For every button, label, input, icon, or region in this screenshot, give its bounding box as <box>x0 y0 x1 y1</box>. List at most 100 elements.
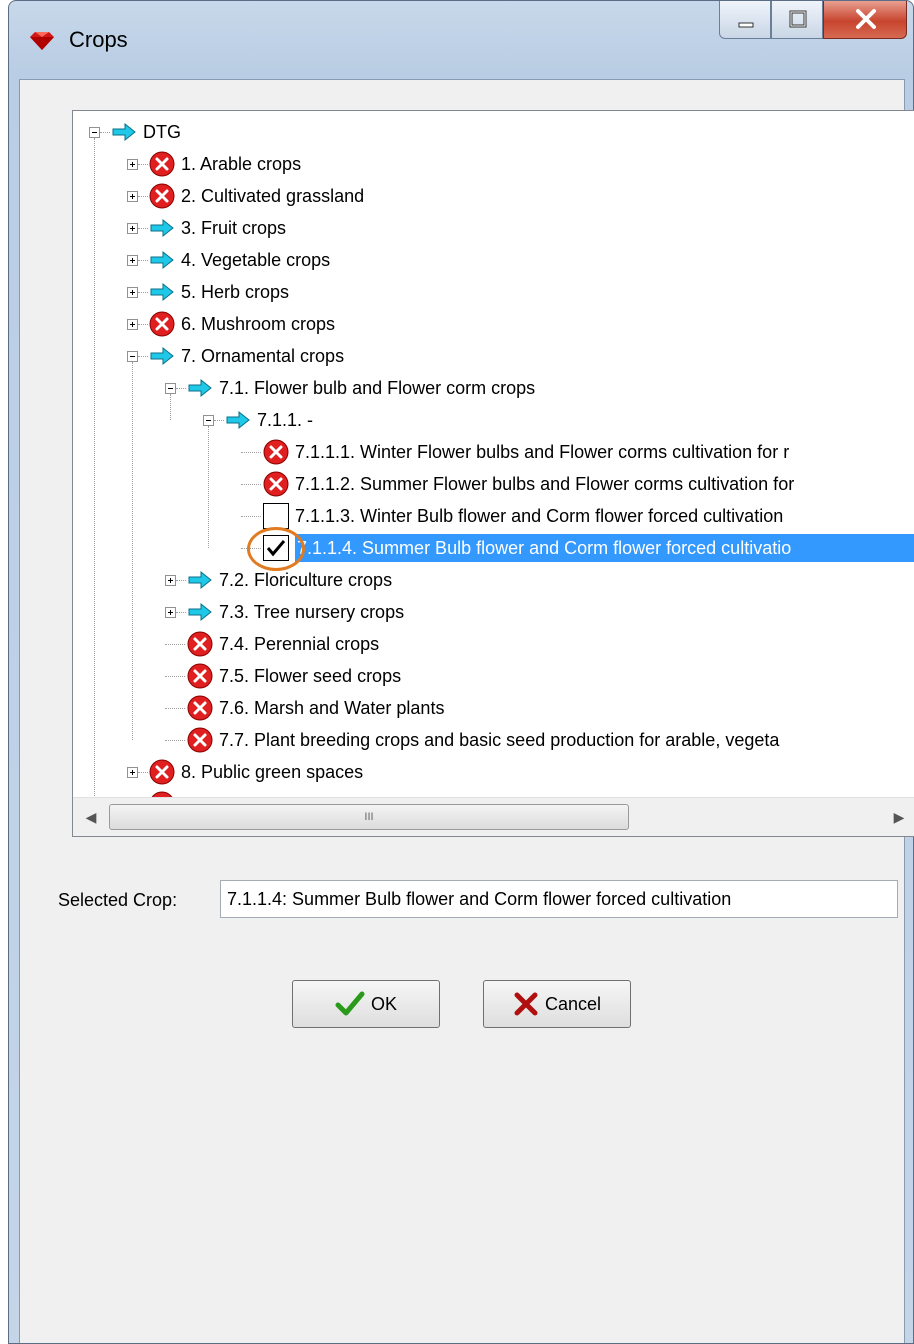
expand-plus-icon[interactable] <box>127 159 138 170</box>
tree-connector-line <box>138 356 148 357</box>
tree-connector-line <box>176 612 186 613</box>
maximize-button[interactable] <box>771 1 823 39</box>
highlight-circle <box>247 527 305 571</box>
tree-item-label[interactable]: 7.6. Marsh and Water plants <box>219 694 444 722</box>
tree-item-label[interactable]: DTG <box>143 118 181 146</box>
tree-connector-line <box>138 196 148 197</box>
expand-plus-icon[interactable] <box>127 287 138 298</box>
tree-connector-line <box>100 132 110 133</box>
arrow-right-icon <box>188 570 212 590</box>
minimize-button[interactable] <box>719 1 771 39</box>
tree-guide-line <box>208 426 209 548</box>
tree-item-label[interactable]: 6. Mushroom crops <box>181 310 335 338</box>
collapse-minus-icon[interactable] <box>203 415 214 426</box>
ok-button[interactable]: OK <box>292 980 440 1028</box>
tree-item-label[interactable]: 7.1.1.3. Winter Bulb flower and Corm flo… <box>295 502 783 530</box>
desktop-edge <box>0 0 8 1344</box>
expand-plus-icon[interactable] <box>165 575 176 586</box>
expand-plus-icon[interactable] <box>127 255 138 266</box>
expand-plus-icon[interactable] <box>127 767 138 778</box>
red-x-icon <box>187 663 213 689</box>
tree-item-label[interactable]: 7.7. Plant breeding crops and basic seed… <box>219 726 779 754</box>
cancel-x-icon <box>514 992 538 1016</box>
tree-connector-line <box>165 644 185 645</box>
tree-guide-line <box>132 362 133 740</box>
red-x-icon <box>149 759 175 785</box>
crop-tree-view[interactable]: DTG 1. Arable crops 2. Cultivated grasslan… <box>72 110 914 837</box>
tree-item-label[interactable]: 4. Vegetable crops <box>181 246 330 274</box>
tree-item-label[interactable]: 7.2. Floriculture crops <box>219 566 392 594</box>
tree-item-label[interactable]: 1. Arable crops <box>181 150 301 178</box>
scrollbar-grip: III <box>364 811 374 823</box>
tree-item-label[interactable]: 7.1.1. - <box>257 406 313 434</box>
scroll-left-button[interactable]: ◀ <box>73 798 109 836</box>
tree-item-label[interactable]: 8. Public green spaces <box>181 758 363 786</box>
tree-connector-line <box>165 740 185 741</box>
tree-item-label[interactable]: 7.5. Flower seed crops <box>219 662 401 690</box>
arrow-right-icon <box>188 602 212 622</box>
collapse-minus-icon[interactable] <box>127 351 138 362</box>
tree-item-label[interactable]: 7.1.1.1. Winter Flower bulbs and Flower … <box>295 438 789 466</box>
ruby-gem-icon <box>30 32 54 50</box>
scrollbar-thumb[interactable]: III <box>109 804 629 830</box>
tree-connector-line <box>138 260 148 261</box>
tree-connector-line <box>138 836 148 837</box>
unchecked-checkbox[interactable] <box>263 503 289 529</box>
tree-item-label[interactable]: 7.3. Tree nursery crops <box>219 598 404 626</box>
horizontal-scrollbar[interactable]: ◀ III ▶ <box>73 797 914 836</box>
crops-dialog: Crops DTG 1. Arable crops 2. Cultivated gr… <box>8 0 914 1344</box>
cancel-button-label: Cancel <box>544 993 602 1014</box>
arrow-right-icon <box>188 378 212 398</box>
tree-item-label[interactable]: 7.4. Perennial crops <box>219 630 379 658</box>
arrow-right-icon <box>150 218 174 238</box>
expand-plus-icon[interactable] <box>127 191 138 202</box>
red-x-icon <box>187 727 213 753</box>
title-bar[interactable]: Crops <box>9 1 913 79</box>
tree-item-label[interactable]: 7.1.1.4. Summer Bulb flower and Corm flo… <box>295 534 914 562</box>
tree-connector-line <box>138 164 148 165</box>
tree-connector-line <box>165 676 185 677</box>
expand-plus-icon[interactable] <box>127 319 138 330</box>
arrow-left-icon: ◀ <box>85 808 97 825</box>
collapse-minus-icon[interactable] <box>89 127 100 138</box>
tree-connector-line <box>241 516 261 517</box>
red-x-icon <box>149 151 175 177</box>
close-icon <box>856 9 876 29</box>
arrow-right-icon <box>112 122 136 142</box>
tree-item-label[interactable]: 7. Ornamental crops <box>181 342 344 370</box>
collapse-minus-icon[interactable] <box>165 383 176 394</box>
tree-connector-line <box>176 580 186 581</box>
expand-plus-icon[interactable] <box>127 223 138 234</box>
tree-item-label[interactable]: 7.1. Flower bulb and Flower corm crops <box>219 374 535 402</box>
tree-connector-line <box>138 292 148 293</box>
tree-connector-line <box>241 452 261 453</box>
maximize-icon <box>789 10 807 28</box>
tree-guide-line <box>94 138 95 836</box>
checkmark-icon <box>335 991 365 1016</box>
tree-item-label[interactable]: 7.1.1.2. Summer Flower bulbs and Flower … <box>295 470 794 498</box>
tree-connector-line <box>214 420 224 421</box>
arrow-right-icon <box>150 250 174 270</box>
tree-guide-line <box>170 394 171 420</box>
red-x-icon <box>149 311 175 337</box>
close-button[interactable] <box>823 1 907 39</box>
dialog-body: DTG 1. Arable crops 2. Cultivated grasslan… <box>19 79 914 1343</box>
cancel-button[interactable]: Cancel <box>483 980 631 1028</box>
tree-item-label[interactable]: 3. Fruit crops <box>181 214 286 242</box>
tree-item-label[interactable]: 5. Herb crops <box>181 278 289 306</box>
tree-connector-line <box>138 772 148 773</box>
scroll-right-button[interactable]: ▶ <box>881 798 914 836</box>
tree-connector-line <box>165 708 185 709</box>
arrow-right-icon <box>226 410 250 430</box>
tree-connector-line <box>138 228 148 229</box>
tree-item-label[interactable]: 2. Cultivated grassland <box>181 182 364 210</box>
arrow-right-icon <box>150 282 174 302</box>
expand-plus-icon[interactable] <box>165 607 176 618</box>
red-x-icon <box>263 471 289 497</box>
minimize-icon <box>738 22 754 28</box>
selected-crop-label: Selected Crop: <box>58 890 178 910</box>
red-x-icon <box>187 631 213 657</box>
tree-content: DTG 1. Arable crops 2. Cultivated grasslan… <box>73 111 914 836</box>
selected-crop-field[interactable] <box>220 880 898 918</box>
tree-connector-line <box>138 324 148 325</box>
